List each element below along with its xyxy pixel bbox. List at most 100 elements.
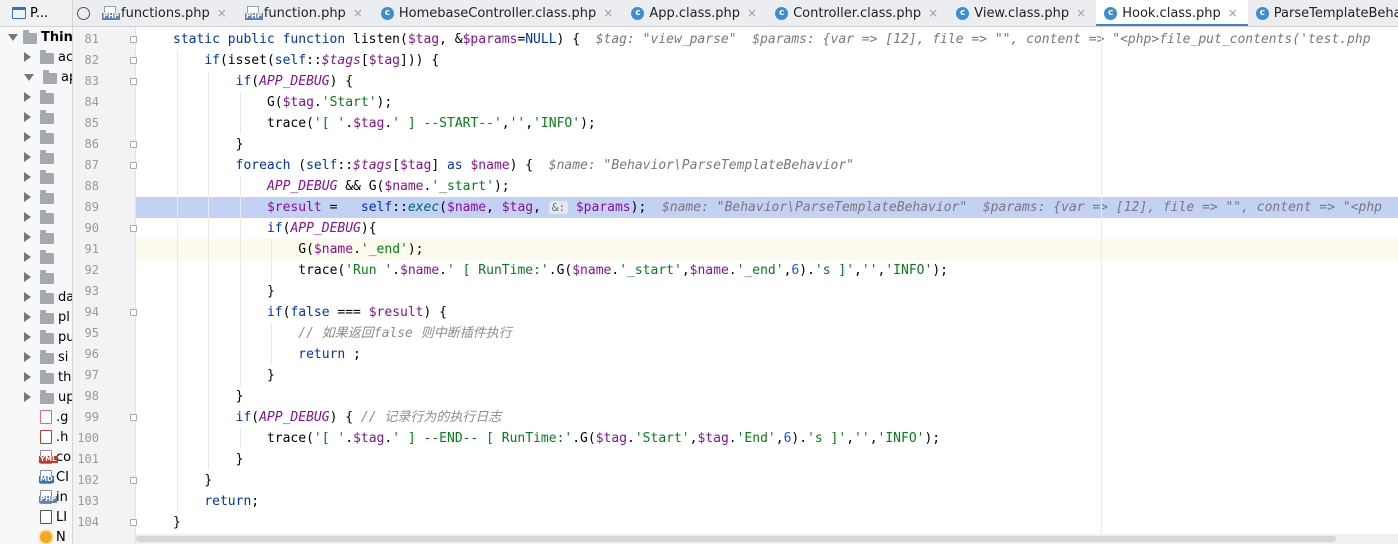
project-tree-item[interactable]: PHP in xyxy=(24,487,68,507)
line-number[interactable]: 89 xyxy=(73,197,99,218)
code-line[interactable]: } xyxy=(136,386,1398,407)
project-tree-item[interactable]: ap xyxy=(24,67,72,87)
expand-right-icon[interactable] xyxy=(24,232,31,242)
project-tree-item[interactable] xyxy=(24,267,58,287)
project-tree-item[interactable]: ac xyxy=(24,47,72,67)
line-number[interactable]: 97 xyxy=(73,365,99,386)
caret-line[interactable]: G($name.'_end'); xyxy=(136,239,1398,260)
tab-function-php[interactable]: PHP function.php × xyxy=(237,0,373,26)
project-tree-item[interactable] xyxy=(24,167,58,187)
project-tree-item[interactable]: da xyxy=(24,287,72,307)
line-number[interactable]: 90 xyxy=(73,218,99,239)
code-line[interactable]: if(APP_DEBUG){ xyxy=(136,218,1398,239)
close-icon[interactable]: × xyxy=(1076,6,1086,20)
line-number[interactable]: 101 xyxy=(73,449,99,470)
code-editor[interactable]: 81 82 83 84 85 86 87 88 89 90 91 92 93 94 95 96 97 98 99 10… xyxy=(73,27,1398,544)
tab-app-class-php[interactable]: c App.class.php × xyxy=(623,0,767,26)
project-tree-item[interactable] xyxy=(24,107,58,127)
code-line[interactable]: if(isset(self::$tags[$tag])) { xyxy=(136,50,1398,71)
code-line[interactable]: foreach (self::$tags[$tag] as $name) { $… xyxy=(136,155,1398,176)
expand-right-icon[interactable] xyxy=(24,292,31,302)
code-line[interactable]: return ; xyxy=(136,344,1398,365)
project-tree-item[interactable]: YML co xyxy=(24,447,71,467)
project-tool-header[interactable]: P... xyxy=(0,0,72,27)
project-tree-item[interactable]: LI xyxy=(24,507,67,527)
project-tree-item[interactable]: .g xyxy=(24,407,68,427)
line-number[interactable]: 83 xyxy=(73,71,99,92)
project-tree-item[interactable]: MD CI xyxy=(24,467,69,487)
line-number[interactable]: 93 xyxy=(73,281,99,302)
expand-right-icon[interactable] xyxy=(24,252,31,262)
project-tree-item[interactable]: si xyxy=(24,347,68,367)
line-number[interactable]: 98 xyxy=(73,386,99,407)
close-icon[interactable]: × xyxy=(603,6,613,20)
close-icon[interactable]: × xyxy=(353,6,363,20)
project-tree-item[interactable] xyxy=(24,127,58,147)
tab-view-class-php[interactable]: c View.class.php × xyxy=(948,0,1096,26)
code-line[interactable]: } xyxy=(136,449,1398,470)
code-line[interactable]: trace('[ '.$tag.' ] --START--','','INFO'… xyxy=(136,113,1398,134)
project-tree-item[interactable]: th xyxy=(24,367,71,387)
line-number[interactable]: 92 xyxy=(73,260,99,281)
project-tree-item[interactable] xyxy=(24,247,58,267)
code-line[interactable]: if(false === $result) { xyxy=(136,302,1398,323)
line-number[interactable]: 96 xyxy=(73,344,99,365)
line-number[interactable]: 99 xyxy=(73,407,99,428)
close-icon[interactable]: × xyxy=(747,6,757,20)
project-tree-item[interactable] xyxy=(24,227,58,247)
tab-controller-class-php[interactable]: c Controller.class.php × xyxy=(767,0,948,26)
recent-files-button[interactable] xyxy=(73,0,94,26)
line-number[interactable]: 85 xyxy=(73,113,99,134)
project-tree-item[interactable]: N xyxy=(24,527,66,544)
expand-down-icon[interactable] xyxy=(24,73,34,81)
project-root-row[interactable]: Thin xyxy=(8,27,72,47)
project-tree-item[interactable]: pu xyxy=(24,327,72,347)
project-tree-item[interactable]: .h xyxy=(24,427,68,447)
expand-right-icon[interactable] xyxy=(24,192,31,202)
expand-right-icon[interactable] xyxy=(24,352,31,362)
line-number[interactable]: 95 xyxy=(73,323,99,344)
code-line[interactable]: trace('[ '.$tag.' ] --END-- [ RunTime:'.… xyxy=(136,428,1398,449)
code-line[interactable]: } xyxy=(136,134,1398,155)
line-number[interactable]: 103 xyxy=(73,491,99,512)
expand-right-icon[interactable] xyxy=(24,312,31,322)
expand-right-icon[interactable] xyxy=(24,332,31,342)
code-line[interactable]: } xyxy=(136,470,1398,491)
code-line[interactable]: } xyxy=(136,281,1398,302)
tab-hook-class-php[interactable]: c Hook.class.php × xyxy=(1096,0,1248,26)
project-tree-item[interactable] xyxy=(24,207,58,227)
close-icon[interactable]: × xyxy=(217,6,227,20)
code-line[interactable]: G($tag.'Start'); xyxy=(136,92,1398,113)
line-number[interactable]: 91 xyxy=(73,239,99,260)
project-tree-item[interactable] xyxy=(24,187,58,207)
expand-down-icon[interactable] xyxy=(8,33,18,41)
code-line[interactable]: return; xyxy=(136,491,1398,512)
line-number[interactable]: 94 xyxy=(73,302,99,323)
expand-right-icon[interactable] xyxy=(24,172,31,182)
code-line[interactable]: // 如果返回false 则中断插件执行 xyxy=(136,323,1398,344)
line-number[interactable]: 102 xyxy=(73,470,99,491)
code-line[interactable]: } xyxy=(136,512,1398,533)
code-line[interactable]: static public function listen($tag, &$pa… xyxy=(136,29,1398,50)
expand-right-icon[interactable] xyxy=(24,52,31,62)
expand-right-icon[interactable] xyxy=(24,392,31,402)
expand-right-icon[interactable] xyxy=(24,92,31,102)
code-line[interactable]: if(APP_DEBUG) { xyxy=(136,71,1398,92)
expand-right-icon[interactable] xyxy=(24,272,31,282)
close-icon[interactable]: × xyxy=(1228,6,1238,20)
horizontal-scrollbar[interactable] xyxy=(136,534,1398,544)
tab-homebasecontroller-class-php[interactable]: c HomebaseController.class.php × xyxy=(373,0,623,26)
line-number[interactable]: 100 xyxy=(73,428,99,449)
code-line[interactable]: APP_DEBUG && G($name.'_start'); xyxy=(136,176,1398,197)
line-number[interactable]: 81 xyxy=(73,29,99,50)
line-number[interactable]: 87 xyxy=(73,155,99,176)
close-icon[interactable]: × xyxy=(928,6,938,20)
line-number[interactable]: 84 xyxy=(73,92,99,113)
tab-parsetemplatebehavior-class-php[interactable]: cParseTemplateBehavior.class.php× xyxy=(1248,0,1398,26)
line-number[interactable]: 82 xyxy=(73,50,99,71)
line-number[interactable]: 88 xyxy=(73,176,99,197)
code-line[interactable]: if(APP_DEBUG) { // 记录行为的执行日志 xyxy=(136,407,1398,428)
line-number[interactable]: 86 xyxy=(73,134,99,155)
expand-right-icon[interactable] xyxy=(24,152,31,162)
expand-right-icon[interactable] xyxy=(24,212,31,222)
